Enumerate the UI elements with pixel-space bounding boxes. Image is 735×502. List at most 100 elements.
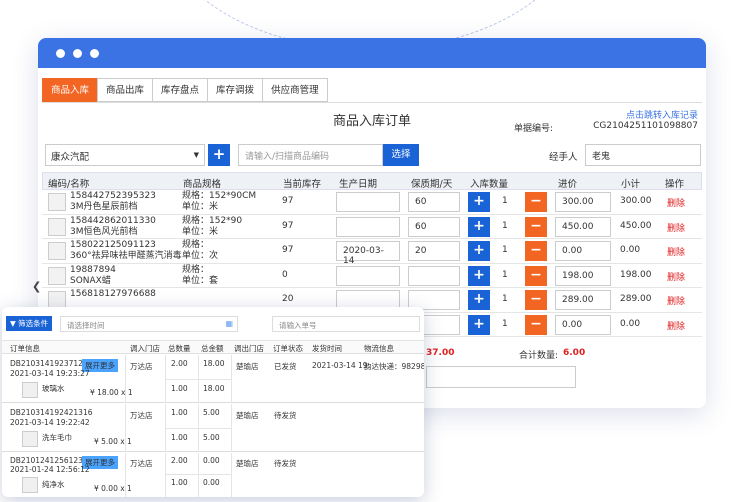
qty-plus-button[interactable]: + [468,290,490,310]
qty-plus-button[interactable]: + [468,192,490,212]
delete-link[interactable]: 删除 [667,196,685,209]
col-header: 保质期/天 [411,179,453,190]
qty-plus-button[interactable]: + [468,241,490,261]
product-name: 360°祛异味祛甲醛蒸汽消毒 [70,251,182,261]
price-input[interactable]: 198.00 [555,265,611,286]
item-thumbnail [22,382,38,398]
divider [125,355,126,403]
out-store: 楚瑜店 [236,459,259,468]
tab-stock-in[interactable]: 商品入库 [42,78,99,102]
table-row: 19887894 SONAX蜡 规格： 单位：套 0 + 1 − 198.00 19… [42,264,702,288]
in-store: 万达店 [130,411,153,420]
shelf-life-input[interactable]: 60 [408,216,460,237]
spec-line: 规格： [182,240,210,250]
col-header: 当前库存 [283,179,322,190]
price-input[interactable]: 0.00 [555,314,611,335]
product-spec: 规格： 单位：次 [182,240,218,262]
qty-value[interactable]: 1 [502,294,508,304]
col-header: 总金额 [201,344,224,353]
filter-icon: ▼ [10,319,16,328]
stock-value: 97 [282,245,294,255]
shelf-life-input[interactable]: 20 [408,241,460,261]
table-header: 编码/名称 商品规格 当前库存 生产日期 保质期/天 入库数量 进价 小计 操作 [42,172,702,190]
product-thumbnail [48,242,66,260]
tab-inventory-check[interactable]: 库存盘点 [152,78,209,102]
col-header: 生产日期 [339,179,378,190]
time-picker[interactable]: 请选择时间 ▦ [60,316,238,332]
window-dot [56,48,65,58]
item-name: 纯净水 [42,480,65,489]
price-input[interactable]: 289.00 [555,290,611,310]
price-input[interactable]: 450.00 [555,216,611,237]
order-no-input[interactable]: 请输入单号 [272,316,420,332]
delete-link[interactable]: 删除 [667,270,685,283]
product-spec: 规格：152*90CM 单位：米 [182,191,256,213]
tab-supplier[interactable]: 供应商管理 [262,78,328,102]
doc-no-label: 单据编号: [514,124,554,134]
tab-transfer[interactable]: 库存调拨 [207,78,264,102]
qty-minus-button[interactable]: − [525,314,547,335]
stock-value: 0 [282,269,288,280]
delete-link[interactable]: 删除 [667,319,685,332]
supplier-select[interactable]: 康众汽配 ▼ [45,144,205,166]
amount-b: 5.00 [203,433,220,442]
qty-value[interactable]: 1 [502,221,508,231]
amount-b: 0.00 [203,478,220,487]
qty-minus-button[interactable]: − [525,241,547,261]
ship-time: 2021-03-14 19: [312,361,371,370]
divider [231,355,232,403]
handler-input[interactable]: 老鬼 [585,144,701,166]
production-date-input[interactable]: 2020-03-14 [336,241,400,266]
records-link[interactable]: 点击跳转入库记录 [626,108,698,121]
chevron-left-icon[interactable]: ❮ [32,280,41,293]
qty-b: 1.00 [171,478,188,487]
tab-stock-out[interactable]: 商品出库 [97,78,154,102]
stock-value: 97 [282,196,294,206]
qty-plus-button[interactable]: + [468,216,490,237]
unit-line: 单位：次 [182,251,219,261]
price-input[interactable]: 0.00 [555,241,611,261]
item-thumbnail [22,431,38,447]
product-search-input[interactable]: 请输入/扫描商品编码 [238,144,383,166]
divider [231,453,232,497]
production-date-input[interactable] [336,216,400,237]
shelf-life-input[interactable]: 60 [408,192,460,212]
qty-value[interactable]: 1 [502,196,508,206]
qty-minus-button[interactable]: − [525,192,547,212]
production-date-input[interactable] [336,192,400,212]
price-input[interactable]: 300.00 [555,192,611,212]
delete-link[interactable]: 删除 [667,245,685,258]
qty-minus-button[interactable]: − [525,216,547,237]
doc-no-value: CG2104251101098807 [593,121,698,131]
delete-link[interactable]: 删除 [667,294,685,307]
qty-a: 2.00 [171,456,188,465]
product-name: 3M恒色风光前档 [70,226,138,237]
production-date-input[interactable] [336,265,400,286]
product-code: 19887894 [70,264,116,275]
remark-input[interactable] [426,366,576,388]
order-no: DB210314192421316 [10,408,93,417]
shelf-life-input[interactable] [408,265,460,286]
tab-bar: 商品入库 商品出库 库存盘点 库存调拨 供应商管理 [42,78,328,102]
add-supplier-button[interactable]: + [208,144,230,166]
qty-value[interactable]: 1 [502,270,508,280]
subtotal-value: 450.00 [620,220,652,231]
qty-plus-button[interactable]: + [468,265,490,286]
qty-minus-button[interactable]: − [525,265,547,286]
col-header: 订单信息 [10,344,40,353]
subtotal-value: 0.00 [620,245,641,255]
qty-plus-button[interactable]: + [468,314,490,335]
amount-a: 0.00 [203,456,220,465]
delete-link[interactable]: 删除 [667,221,685,234]
qty-value[interactable]: 1 [502,319,508,329]
order-row: DB210314192371285 展开更多 2021-03-14 19:23:… [2,355,424,403]
col-header: 物流信息 [364,344,394,353]
col-header: 调入门店 [130,344,160,353]
stock-value: 97 [282,220,294,231]
qty-minus-button[interactable]: − [525,290,547,310]
qty-value[interactable]: 1 [502,245,508,255]
col-header: 编码/名称 [48,179,90,190]
choose-button[interactable]: 选择 [383,144,419,166]
divider [165,474,231,475]
filter-button[interactable]: ▼ 筛选条件 [6,316,53,331]
